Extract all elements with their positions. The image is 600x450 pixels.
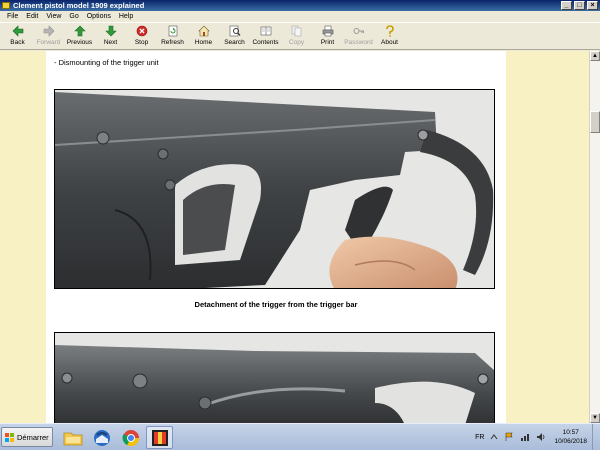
next-arrow-icon — [104, 25, 117, 37]
help-viewport[interactable]: - Dismounting of the trigger unit Detach… — [0, 51, 600, 423]
search-icon — [229, 25, 241, 37]
refresh-button[interactable]: Refresh — [157, 23, 188, 50]
previous-arrow-icon — [73, 25, 86, 37]
title-bar: Clement pistol model 1909 explained _ □ … — [0, 0, 600, 11]
print-label: Print — [320, 39, 335, 46]
previous-button[interactable]: Previous — [64, 23, 95, 50]
contents-button[interactable]: Contents — [250, 23, 281, 50]
copy-button[interactable]: Copy — [281, 23, 312, 50]
print-icon — [322, 25, 334, 37]
network-icon[interactable] — [517, 432, 533, 442]
password-button[interactable]: Password — [343, 23, 374, 50]
refresh-icon — [167, 25, 179, 37]
photo-caption: Detachment of the trigger from the trigg… — [194, 300, 358, 309]
stop-icon — [136, 25, 148, 37]
refresh-label: Refresh — [161, 39, 184, 46]
contents-label: Contents — [252, 39, 279, 46]
back-button[interactable]: Back — [2, 23, 33, 50]
home-icon — [197, 25, 210, 37]
clock-time: 10:57 — [562, 429, 579, 436]
windows-logo-icon — [5, 432, 14, 442]
action-center-flag-icon[interactable] — [501, 432, 517, 442]
about-button[interactable]: About — [374, 23, 405, 50]
stop-button[interactable]: Stop — [126, 23, 157, 50]
show-desktop-button[interactable] — [592, 424, 600, 450]
home-button[interactable]: Home — [188, 23, 219, 50]
chrome-taskbar-icon[interactable] — [117, 426, 144, 449]
toolbar: Back Forward Previous Next Stop Refresh — [0, 22, 600, 50]
section-heading: - Dismounting of the trigger unit — [54, 58, 159, 67]
volume-icon[interactable] — [533, 432, 549, 442]
next-label: Next — [103, 39, 118, 46]
menu-help[interactable]: Help — [115, 11, 137, 22]
copy-icon — [291, 25, 303, 37]
search-button[interactable]: Search — [219, 23, 250, 50]
search-label: Search — [224, 39, 245, 46]
start-label: Démarrer — [17, 432, 49, 442]
previous-label: Previous — [66, 39, 93, 46]
back-arrow-icon — [12, 25, 24, 37]
scroll-thumb[interactable] — [590, 111, 600, 133]
about-label: About — [381, 39, 398, 46]
help-viewer-taskbar-icon[interactable] — [146, 426, 173, 449]
menu-edit[interactable]: Edit — [22, 11, 42, 22]
contents-icon — [260, 25, 272, 37]
trigger-detachment-photo — [54, 89, 495, 289]
vertical-scrollbar[interactable]: ▲ ▼ — [589, 51, 600, 423]
next-button[interactable]: Next — [95, 23, 126, 50]
menu-options[interactable]: Options — [83, 11, 115, 22]
key-icon — [353, 25, 365, 37]
home-label: Home — [194, 39, 213, 46]
forward-arrow-icon — [43, 25, 55, 37]
forward-button[interactable]: Forward — [33, 23, 64, 50]
frame-photo — [54, 332, 495, 423]
scroll-up-button[interactable]: ▲ — [590, 51, 600, 61]
tray-expand-icon[interactable] — [487, 433, 501, 441]
menu-file[interactable]: File — [3, 11, 22, 22]
maximize-button[interactable]: □ — [574, 1, 585, 10]
clock[interactable]: 10:57 10/06/2018 — [549, 428, 592, 446]
forward-label: Forward — [36, 39, 61, 46]
menu-view[interactable]: View — [42, 11, 65, 22]
language-indicator[interactable]: FR — [472, 434, 487, 441]
password-label: Password — [344, 39, 373, 46]
file-explorer-taskbar-icon[interactable] — [59, 426, 86, 449]
stop-label: Stop — [134, 39, 149, 46]
system-tray: FR 10:57 10/06/2018 — [472, 424, 600, 450]
menu-go[interactable]: Go — [65, 11, 82, 22]
app-icon — [2, 2, 10, 9]
print-button[interactable]: Print — [312, 23, 343, 50]
menu-bar: File Edit View Go Options Help — [0, 11, 600, 22]
taskbar: Démarrer FR 10:57 10/06/2018 — [0, 423, 600, 450]
help-content: - Dismounting of the trigger unit Detach… — [46, 51, 506, 423]
minimize-button[interactable]: _ — [561, 1, 572, 10]
close-button[interactable]: × — [587, 1, 598, 10]
copy-label: Copy — [288, 39, 305, 46]
about-icon — [384, 25, 396, 37]
thunderbird-taskbar-icon[interactable] — [88, 426, 115, 449]
clock-date: 10/06/2018 — [554, 438, 587, 445]
scroll-down-button[interactable]: ▼ — [590, 413, 600, 423]
window-title: Clement pistol model 1909 explained — [13, 1, 145, 10]
start-button[interactable]: Démarrer — [1, 427, 53, 447]
back-label: Back — [10, 39, 25, 46]
